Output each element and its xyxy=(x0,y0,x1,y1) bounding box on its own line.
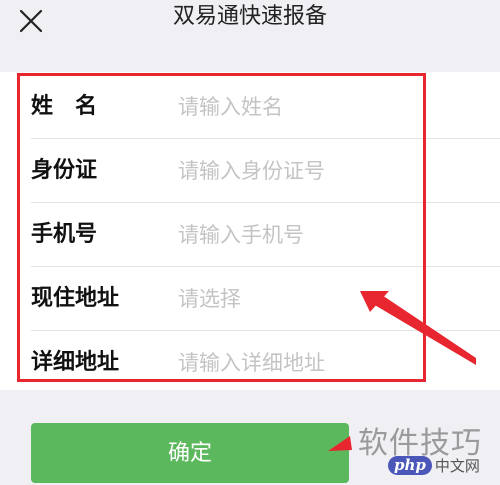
php-logo-icon: php xyxy=(388,455,432,475)
brand-site-name: 中文网 xyxy=(434,456,480,475)
current-address-row[interactable]: 现住地址 请选择 xyxy=(0,267,500,331)
page-title: 双易通快速报备 xyxy=(172,4,327,29)
detail-address-row[interactable]: 详细地址 请输入详细地址 xyxy=(0,331,500,395)
phone-label: 手机号 xyxy=(31,222,98,247)
report-form: 姓 名 请输入姓名 身份证 请输入身份证号 手机号 请输入手机号 现住地址 请选… xyxy=(0,72,500,390)
detail-address-label: 详细地址 xyxy=(31,350,120,375)
current-address-select[interactable]: 请选择 xyxy=(178,267,241,331)
name-input[interactable]: 请输入姓名 xyxy=(178,75,283,139)
brand-watermark: php 中文网 xyxy=(388,455,480,475)
phone-row[interactable]: 手机号 请输入手机号 xyxy=(0,203,500,267)
confirm-button[interactable]: 确定 xyxy=(31,423,349,483)
id-card-input[interactable]: 请输入身份证号 xyxy=(178,139,325,203)
current-address-label: 现住地址 xyxy=(31,286,120,311)
id-card-row[interactable]: 身份证 请输入身份证号 xyxy=(0,139,500,203)
phone-input[interactable]: 请输入手机号 xyxy=(178,203,304,267)
id-card-label: 身份证 xyxy=(31,158,98,183)
top-bar: 双易通快速报备 xyxy=(0,0,500,44)
name-label: 姓 名 xyxy=(31,94,98,119)
name-row[interactable]: 姓 名 请输入姓名 xyxy=(0,75,500,139)
detail-address-input[interactable]: 请输入详细地址 xyxy=(178,331,325,395)
